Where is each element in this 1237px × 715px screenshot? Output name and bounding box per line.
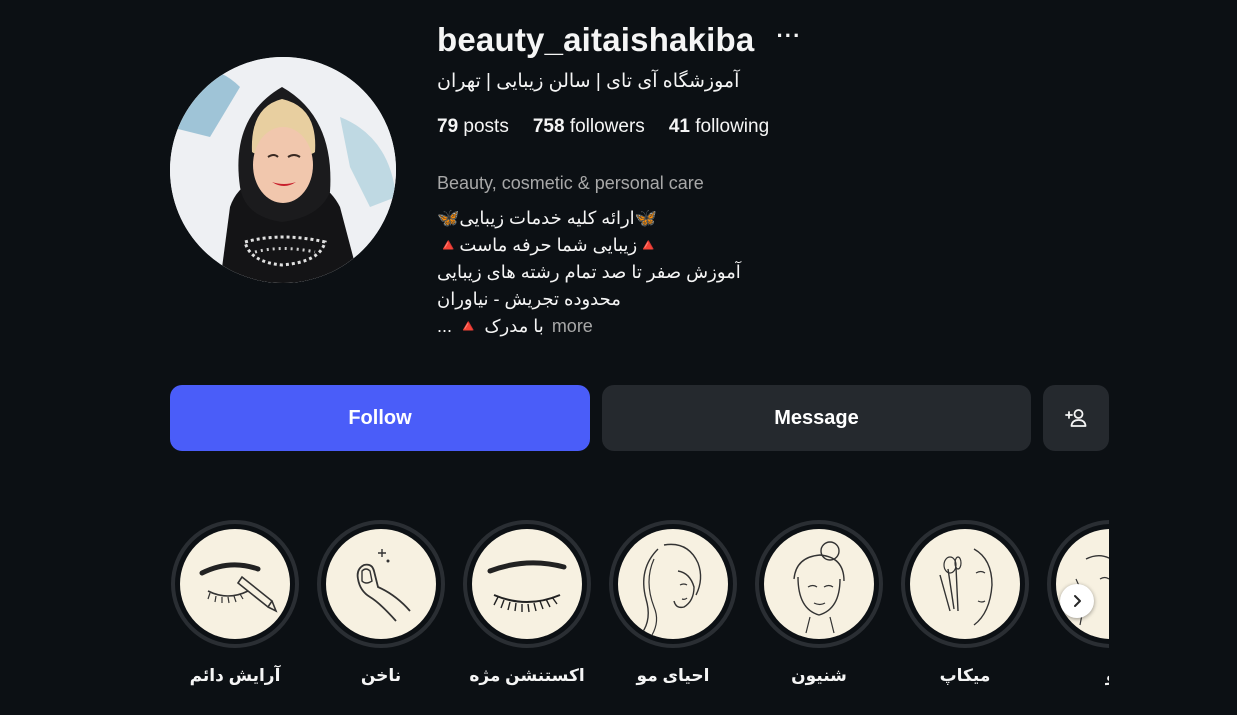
followers-count[interactable]: 758 followers	[533, 116, 645, 138]
avatar-image	[170, 57, 396, 283]
options-icon[interactable]: ···	[776, 25, 801, 47]
highlight-cover	[764, 529, 874, 639]
bio-line: با مدرک 🔺 ...	[437, 316, 544, 336]
following-count-label: following	[695, 116, 770, 137]
profile-page: beauty_aitaishakiba ··· آموزشگاه آی تای …	[0, 0, 1237, 715]
highlight-label: میکاپ	[939, 666, 991, 685]
highlight-label: ناخن	[360, 666, 402, 685]
username-row: beauty_aitaishakiba ···	[437, 18, 801, 62]
message-button[interactable]: Message	[602, 385, 1031, 451]
eyebrow-pencil-icon	[199, 562, 278, 613]
highlight-cover	[910, 529, 1020, 639]
profile-bio: 🦋ارائه کلیه خدمات زیبایی🦋 🔺زیبایی شما حر…	[437, 205, 857, 340]
highlight-ring	[171, 520, 299, 648]
posts-count: 79 posts	[437, 116, 509, 138]
highlight-cover	[618, 529, 728, 639]
followers-count-value: 758	[532, 116, 565, 137]
suggested-accounts-button[interactable]	[1043, 385, 1109, 451]
bio-line: محدوده تجریش - نیاوران	[437, 289, 621, 309]
highlight-item[interactable]: ناخن	[316, 520, 446, 686]
profile-avatar[interactable]	[170, 57, 396, 283]
highlights-next-button[interactable]	[1060, 584, 1094, 618]
username: beauty_aitaishakiba	[437, 21, 755, 58]
updo-woman-icon	[793, 541, 845, 634]
chevron-right-icon	[1074, 595, 1081, 607]
bio-line: 🔺زیبایی شما حرفه ماست🔺	[437, 235, 660, 255]
posts-count-label: posts	[463, 116, 509, 137]
highlight-item[interactable]: آرایش دائم	[170, 520, 300, 686]
makeup-brush-icon	[939, 548, 993, 626]
nail-icon	[356, 549, 411, 622]
highlight-label: اکستنشن مژه	[469, 666, 585, 685]
bio-last-line: با مدرک 🔺 ... more	[437, 313, 857, 340]
following-count-value: 41	[668, 116, 690, 137]
profile-stats: 79 posts 758 followers 41 following	[437, 116, 769, 138]
highlight-ring	[609, 520, 737, 648]
bio-more-link[interactable]: more	[552, 313, 593, 340]
posts-count-value: 79	[437, 116, 459, 137]
followers-count-label: followers	[569, 116, 645, 137]
highlight-ring	[317, 520, 445, 648]
highlight-cover	[472, 529, 582, 639]
highlight-item[interactable]: میکاپ	[900, 520, 1030, 686]
eyelash-icon	[487, 560, 567, 613]
highlight-label: آرایش دائم	[189, 666, 281, 685]
highlight-item[interactable]: شنیون	[754, 520, 884, 686]
bio-line: 🦋ارائه کلیه خدمات زیبایی🦋	[437, 208, 658, 228]
highlight-ring	[901, 520, 1029, 648]
follow-button[interactable]: Follow	[170, 385, 590, 451]
highlight-item[interactable]: احیای مو	[608, 520, 738, 686]
add-person-icon	[1065, 409, 1087, 427]
profile-category: Beauty, cosmetic & personal care	[437, 173, 704, 193]
profile-full-name: آموزشگاه آی تای | سالن زیبایی | تهران	[437, 71, 740, 92]
highlight-label: شنیون	[791, 666, 847, 685]
following-count[interactable]: 41 following	[669, 116, 769, 138]
bio-line: آموزش صفر تا صد تمام رشته های زیبایی	[437, 262, 741, 282]
highlight-ring	[463, 520, 591, 648]
highlight-ring	[755, 520, 883, 648]
highlight-label: احیای مو	[636, 666, 710, 685]
highlight-cover	[180, 529, 290, 639]
highlight-label: و	[1046, 666, 1109, 686]
highlight-item[interactable]: اکستنشن مژه	[462, 520, 592, 686]
highlight-cover	[326, 529, 436, 639]
highlights-tray: آرایش دائم ناخن اکستنشن مژه احیای مو شنی…	[170, 520, 1109, 700]
hair-woman-icon	[641, 543, 702, 636]
